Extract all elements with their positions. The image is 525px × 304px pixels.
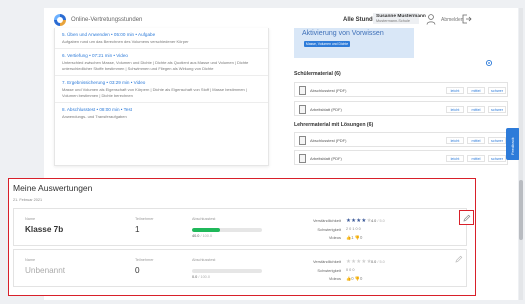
evaluation-card[interactable]: Name Unbenannt Teilnehmer 0 Abschlusstes… xyxy=(13,249,467,287)
participants-count: 1 xyxy=(135,225,140,234)
test-score-bar xyxy=(192,228,262,232)
lesson-step[interactable]: 8. Abschlusstest • 08:00 min • Test Anwe… xyxy=(55,103,268,123)
video-feedback: 👍0 👎0 xyxy=(346,276,363,281)
name-label: Name xyxy=(25,258,36,262)
clarity-rating: 4.0 / 5.0 xyxy=(371,219,385,223)
name-label: Name xyxy=(25,217,36,221)
difficulty-values: 0 0 0 xyxy=(346,268,355,272)
video-feedback: 👍1 👎0 xyxy=(346,235,363,240)
level-easy-button[interactable]: leicht xyxy=(446,106,464,113)
step-description: Unterschied zwischen Masse, Volumen und … xyxy=(62,60,249,71)
scrollbar-thumb[interactable] xyxy=(519,180,523,240)
step-title[interactable]: 6. Vertiefung • 07:21 min • Video xyxy=(62,53,261,59)
level-medium-button[interactable]: mittel xyxy=(467,155,485,162)
videos-label: Videos xyxy=(328,276,341,281)
video-title[interactable]: Aktivierung von Vorwissen xyxy=(302,30,384,37)
lesson-step[interactable]: 7. Ergebnissicherung • 03:29 min • Video… xyxy=(55,76,268,104)
level-easy-button[interactable]: leicht xyxy=(446,137,464,144)
evaluation-card[interactable]: Name Klasse 7b Teilnehmer 1 Abschlusstes… xyxy=(13,208,467,246)
level-hard-button[interactable]: schwer xyxy=(488,137,506,144)
clarity-label: Verständlichkeit xyxy=(312,218,341,223)
level-easy-button[interactable]: leicht xyxy=(446,155,464,162)
document-icon xyxy=(299,136,306,145)
feedback-label: Feedback xyxy=(510,137,515,155)
step-title[interactable]: 7. Ergebnissicherung • 03:29 min • Video xyxy=(62,80,261,86)
pencil-icon[interactable] xyxy=(455,255,463,263)
step-title[interactable]: 8. Abschlusstest • 08:00 min • Test xyxy=(62,107,261,113)
class-name: Unbenannt xyxy=(25,266,66,275)
student-material-heading: Schülermaterial (6) xyxy=(294,71,341,77)
teacher-material-heading: Lehrermaterial mit Lösungen (6) xyxy=(294,122,374,128)
lesson-step[interactable]: 6. Vertiefung • 07:21 min • Video Unters… xyxy=(55,49,268,77)
clarity-stars: ★★★★★ xyxy=(346,259,372,265)
feedback-tab[interactable]: Feedback xyxy=(506,128,520,160)
pencil-icon xyxy=(463,214,470,221)
material-row: Arbeitsblatt (PDF) leicht mittel schwer xyxy=(294,101,508,116)
app-logo[interactable] xyxy=(54,14,66,26)
videos-label: Videos xyxy=(328,235,341,240)
material-label: Abschlusstest (PDF) xyxy=(310,138,347,143)
level-hard-button[interactable]: schwer xyxy=(488,155,506,162)
difficulty-values: 2 0 1 0 0 xyxy=(346,227,361,231)
step-title[interactable]: 5. Üben und Anwenden • 05:00 min • Aufga… xyxy=(62,32,261,38)
test-score: 0.0 / 100.0 xyxy=(192,275,210,279)
edit-button[interactable] xyxy=(459,210,474,225)
lesson-steps: 5. Üben und Anwenden • 05:00 min • Aufga… xyxy=(54,28,269,166)
evaluations-title: Meine Auswertungen xyxy=(13,183,93,193)
app-title[interactable]: Online-Vertretungsstunden xyxy=(71,17,142,23)
test-score-fill xyxy=(192,228,220,232)
document-icon xyxy=(299,105,306,114)
level-medium-button[interactable]: mittel xyxy=(467,137,485,144)
participants-label: Teilnehmer xyxy=(135,258,154,262)
evaluation-date: 21. Februar 2021 xyxy=(13,198,43,202)
material-label: Abschlusstest (PDF) xyxy=(310,88,347,93)
test-score: 40.0 / 100.0 xyxy=(192,234,213,238)
test-label: Abschlusstest xyxy=(192,258,216,262)
level-easy-button[interactable]: leicht xyxy=(446,87,464,94)
user-school: Mustermann-Schule xyxy=(376,19,410,23)
clarity-label: Verständlichkeit xyxy=(312,259,341,264)
test-label: Abschlusstest xyxy=(192,217,216,221)
material-row: Arbeitsblatt (PDF) leicht mittel schwer xyxy=(294,150,508,165)
participants-label: Teilnehmer xyxy=(135,217,154,221)
user-account[interactable]: Susanne Mustermann Mustermann-Schule xyxy=(373,13,426,24)
material-label: Arbeitsblatt (PDF) xyxy=(310,156,342,161)
material-label: Arbeitsblatt (PDF) xyxy=(310,107,342,112)
level-medium-button[interactable]: mittel xyxy=(467,87,485,94)
document-icon xyxy=(299,86,306,95)
level-hard-button[interactable]: schwer xyxy=(488,87,506,94)
document-icon xyxy=(299,154,306,163)
test-score-bar xyxy=(192,269,262,273)
material-row: Abschlusstest (PDF) leicht mittel schwer xyxy=(294,132,508,147)
clarity-rating: 0.0 / 5.0 xyxy=(371,260,385,264)
material-row: Abschlusstest (PDF) leicht mittel schwer xyxy=(294,82,508,97)
level-medium-button[interactable]: mittel xyxy=(467,106,485,113)
gear-icon[interactable] xyxy=(485,59,493,67)
user-icon[interactable] xyxy=(426,14,436,25)
step-description: Anwendungs- und Transferaufgaben xyxy=(62,114,127,120)
participants-count: 0 xyxy=(135,266,140,275)
scrollbar-track[interactable] xyxy=(519,8,523,300)
step-description: Aufgaben rund um das Berechnen des Volum… xyxy=(62,39,189,44)
class-name: Klasse 7b xyxy=(25,225,64,234)
step-description: Masse und Volumen als Eigenschaft von Kö… xyxy=(62,87,247,98)
logout-icon[interactable] xyxy=(462,14,472,24)
difficulty-label: Schwierigkeit xyxy=(317,227,341,232)
video-topic-button[interactable]: Masse, Volumen und Dichte xyxy=(304,41,350,47)
lesson-step[interactable]: 5. Üben und Anwenden • 05:00 min • Aufga… xyxy=(55,28,268,50)
clarity-stars: ★★★★★ xyxy=(346,218,372,224)
logout-link[interactable]: Abmelden xyxy=(441,17,464,23)
level-hard-button[interactable]: schwer xyxy=(488,106,506,113)
difficulty-label: Schwierigkeit xyxy=(317,268,341,273)
